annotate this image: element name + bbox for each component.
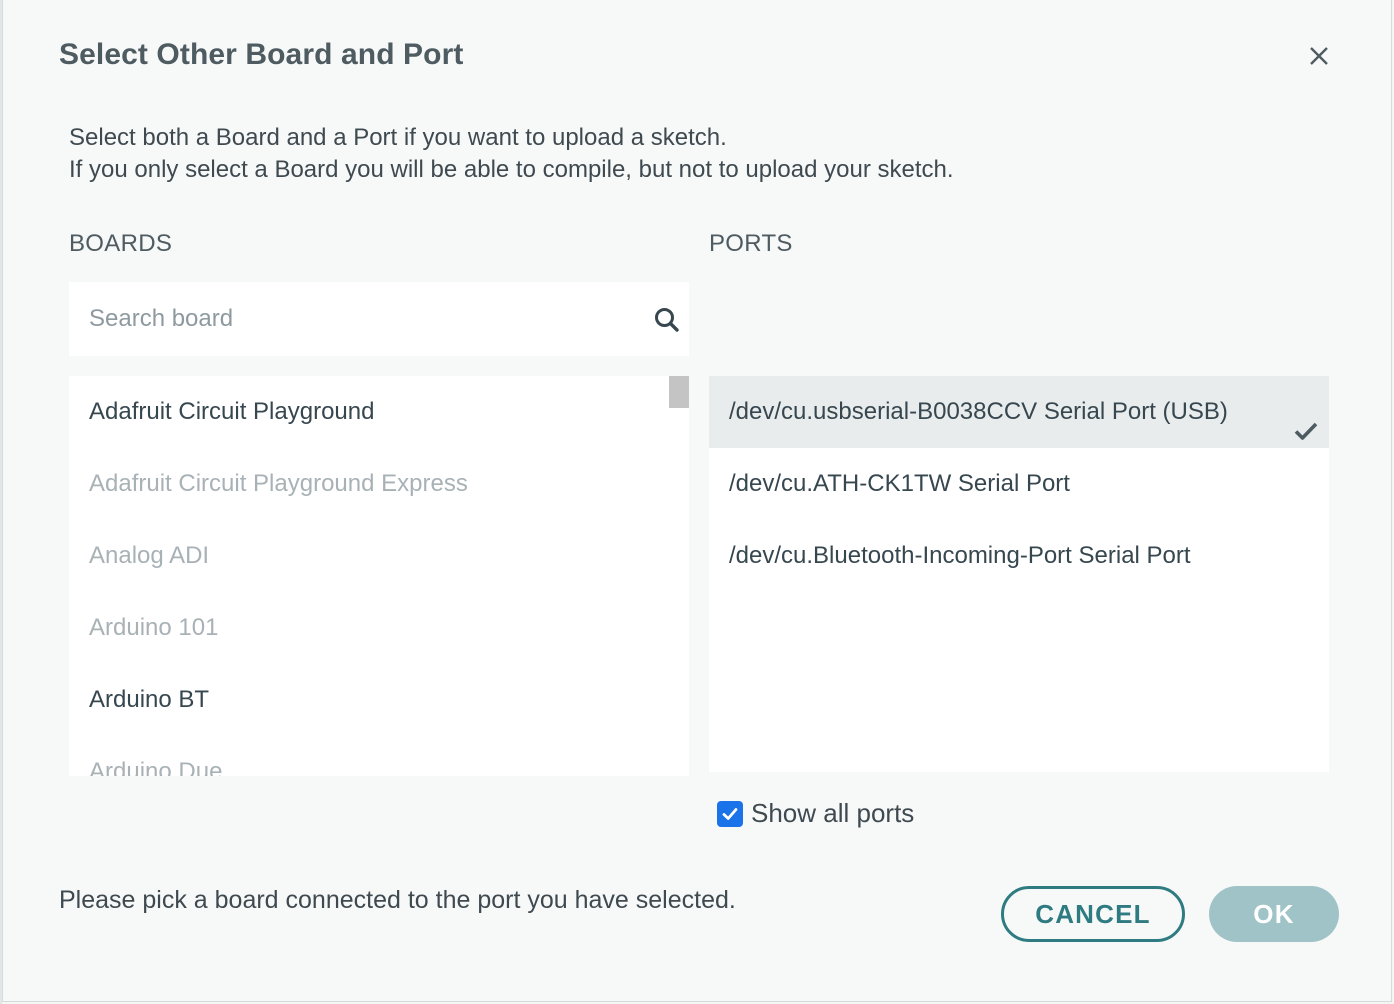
footer-message: Please pick a board connected to the por… [59,886,736,914]
board-list-item: Analog ADI [89,542,210,569]
port-list[interactable]: /dev/cu.usbserial-B0038CCV Serial Port (… [709,376,1329,772]
cancel-button[interactable]: CANCEL [1001,886,1185,942]
board-list-scrollbar[interactable] [669,376,689,408]
search-icon[interactable] [653,306,681,334]
intro-line-2: If you only select a Board you will be a… [69,156,954,183]
board-list-item[interactable]: Arduino BT [69,664,689,736]
port-list-item[interactable]: /dev/cu.usbserial-B0038CCV Serial Port (… [709,376,1329,448]
intro-line-1: Select both a Board and a Port if you wa… [69,124,727,151]
port-list-item-label: /dev/cu.ATH-CK1TW Serial Port [729,470,1070,497]
show-all-ports-checkbox[interactable] [717,800,743,827]
selected-check-icon [1293,400,1319,440]
board-search-box [69,282,689,356]
ports-heading: PORTS [709,230,793,257]
port-list-item-label: /dev/cu.Bluetooth-Incoming-Port Serial P… [729,542,1191,569]
show-all-ports-option[interactable]: Show all ports [717,798,914,829]
board-list[interactable]: Adafruit Circuit Playground Adafruit Circ… [69,376,689,776]
board-search-input[interactable] [69,282,629,356]
checkmark-icon [722,807,738,820]
boards-heading: BOARDS [69,230,173,257]
board-list-item: Arduino Due [89,758,223,776]
ok-button[interactable]: OK [1209,886,1339,942]
port-list-item-label: /dev/cu.usbserial-B0038CCV Serial Port (… [729,398,1228,425]
board-list-item[interactable]: Adafruit Circuit Playground [69,376,689,448]
dialog-intro: Select both a Board and a Port if you wa… [69,122,954,186]
board-list-item: Adafruit Circuit Playground Express [89,470,468,497]
port-list-item[interactable]: /dev/cu.Bluetooth-Incoming-Port Serial P… [709,520,1329,592]
dialog-title: Select Other Board and Port [59,38,464,71]
board-list-item: Arduino 101 [89,614,219,641]
port-list-item[interactable]: /dev/cu.ATH-CK1TW Serial Port [709,448,1329,520]
show-all-ports-label: Show all ports [751,798,915,828]
select-board-port-dialog: Select Other Board and Port Select both … [2,0,1392,1002]
close-icon[interactable] [1303,40,1335,72]
